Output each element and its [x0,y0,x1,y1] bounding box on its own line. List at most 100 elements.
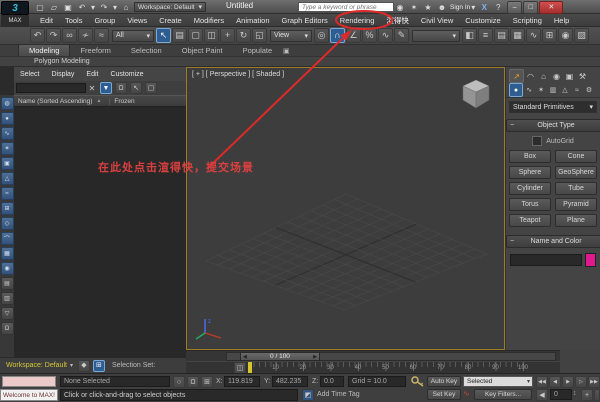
redo-dropdown-icon[interactable]: ▾ [112,2,118,13]
menu-item-11[interactable]: Customize [459,16,506,25]
select-by-name-icon[interactable]: ▤ [172,28,187,43]
close-button[interactable]: ✕ [539,0,564,14]
pyramid-button[interactable]: Pyramid [555,198,597,211]
cameras-category[interactable]: ▥ [547,84,559,96]
display-shapes-icon[interactable]: ∿ [0,127,14,140]
hierarchy-tab[interactable]: ⌂ [537,70,550,82]
time-slider[interactable]: ◀ 0 / 100 ▶ [186,350,560,361]
communication-center-icon[interactable]: ✶ [408,2,420,13]
maximize-button[interactable]: □ [523,0,539,14]
helpers-category[interactable]: △ [559,84,571,96]
torus-button[interactable]: Torus [509,198,551,211]
clear-search-icon[interactable]: ✕ [86,83,98,94]
display-lights-icon[interactable]: ✶ [0,142,14,155]
menu-item-13[interactable]: Help [548,16,575,25]
add-time-tag-label[interactable]: Add Time Tag [317,391,360,398]
play-button[interactable]: ▶ [562,376,574,388]
display-tab[interactable]: ▣ [563,70,576,82]
use-pivot-point-center-icon[interactable]: ◎ [314,28,329,43]
select-and-scale-icon[interactable]: ◱ [252,28,267,43]
filter-icon[interactable]: ▼ [100,82,112,94]
utilities-tab[interactable]: ⚒ [576,70,589,82]
auto-key-button[interactable]: Auto Key [427,376,461,387]
geometry-category[interactable]: ● [509,83,523,97]
menu-item-7[interactable]: Graph Editors [276,16,334,25]
display-cameras-icon[interactable]: ▣ [0,157,14,170]
chevron-down-icon[interactable]: ▾ [527,378,532,385]
search-icon[interactable]: ◉ [394,2,406,13]
time-slider-prev-icon[interactable]: ◀ [241,354,249,360]
sphere-button[interactable]: Sphere [509,166,551,179]
frame-spinner[interactable]: ↕ [573,390,577,397]
select-and-link-icon[interactable]: ∞ [62,28,77,43]
graphite-ribbon-icon[interactable]: ▦ [510,28,525,43]
plane-button[interactable]: Plane [555,214,597,227]
schematic-view-icon[interactable]: ⊞ [542,28,557,43]
shapes-category[interactable]: ∿ [523,84,535,96]
help-icon[interactable]: ? [492,2,504,13]
curve-editor-icon[interactable]: ∿ [526,28,541,43]
redo-quick-icon[interactable]: ↷ [98,2,110,13]
viewcube[interactable] [456,78,496,114]
explorer-menu-display[interactable]: Display [45,71,80,78]
sign-in-link[interactable]: Sign In [450,4,470,11]
bind-to-space-warp-icon[interactable]: ≈ [94,28,109,43]
undo-quick-icon[interactable]: ↶ [76,2,88,13]
motion-tab[interactable]: ◉ [550,70,563,82]
explorer-search-input[interactable] [16,83,86,93]
align-icon[interactable]: ≡ [478,28,493,43]
ribbon-tab-modeling[interactable]: Modeling [18,44,71,56]
rectangular-selection-region-icon[interactable]: ▢ [188,28,203,43]
selection-filter-dropdown[interactable]: All ▾ [112,29,154,42]
percent-snap-toggle-icon[interactable]: % [362,28,377,43]
tube-button[interactable]: Tube [555,182,597,195]
unlink-selection-icon[interactable]: ≁ [78,28,93,43]
menu-item-9[interactable]: 渲得快 [380,15,415,26]
menu-item-8[interactable]: Rendering [334,16,381,25]
render-setup-icon[interactable]: ▨ [574,28,589,43]
display-materials-icon[interactable]: ◉ [0,262,14,275]
systems-category[interactable]: ⚙ [583,84,595,96]
select-object-icon[interactable]: ↖ [156,28,171,43]
layer-manager-icon[interactable]: ▤ [494,28,509,43]
isolate-toggle-icon[interactable]: ○ [173,376,185,388]
absolute-offset-toggle-icon[interactable]: ⊞ [201,376,213,388]
set-key-button[interactable]: Set Key [427,389,461,400]
menu-item-2[interactable]: Group [88,16,121,25]
pick-parent-icon[interactable]: ↖ [130,82,142,94]
explorer-menu-edit[interactable]: Edit [80,71,104,78]
minimize-button[interactable]: – [507,0,523,14]
perspective-viewport[interactable]: [ + ] [ Perspective ] [ Shaded ] z [186,67,505,350]
autogrid-checkbox[interactable] [532,136,543,146]
current-frame-field[interactable]: 0 [550,389,572,400]
box-button[interactable]: Box [509,150,551,163]
menu-item-10[interactable]: Civil View [415,16,459,25]
menu-item-1[interactable]: Tools [59,16,89,25]
explorer-list-body[interactable] [14,107,186,357]
user-icon[interactable]: ☻ [436,2,448,13]
material-editor-icon[interactable]: ◉ [558,28,573,43]
y-coordinate-field[interactable]: 482.235 [272,376,308,387]
new-scene-icon[interactable]: ▢ [34,2,46,13]
ribbon-tab-selection[interactable]: Selection [121,45,172,56]
lock-icon[interactable]: Ω [115,82,127,94]
z-coordinate-field[interactable]: 0.0 [320,376,344,387]
save-file-icon[interactable]: ▣ [62,2,74,13]
ribbon-tab-object-paint[interactable]: Object Paint [172,45,233,56]
project-folder-icon[interactable]: ⌂ [120,2,132,13]
undo-dropdown-icon[interactable]: ▾ [90,2,96,13]
named-selection-sets-dropdown[interactable]: ▾ [412,29,460,42]
pan-view-icon[interactable]: + [581,389,593,401]
signin-dropdown-icon[interactable]: ▾ [470,2,476,13]
display-all-icon[interactable]: ◍ [0,97,14,110]
time-slider-next-icon[interactable]: ▶ [311,354,319,360]
track-bar[interactable]: ◫ 10 20 30 40 50 60 70 80 90 100 [186,361,560,374]
display-spacewarps-icon[interactable]: ≈ [0,187,14,200]
key-filters-curve-icon[interactable]: ∿ [463,389,470,398]
menu-item-12[interactable]: Scripting [507,16,548,25]
selection-lock-toggle-icon[interactable]: Ω [187,376,199,388]
application-menu-button[interactable]: 3 [1,1,29,15]
ribbon-tab-populate[interactable]: Populate [233,45,283,56]
go-to-end-button[interactable]: ▶▶ [588,376,600,388]
cylinder-button[interactable]: Cylinder [509,182,551,195]
